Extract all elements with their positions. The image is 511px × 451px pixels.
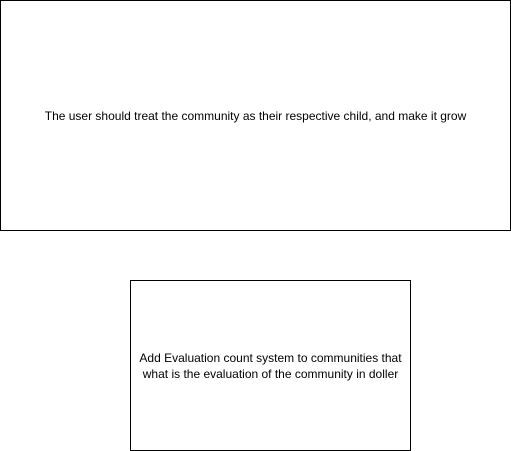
- note-box-evaluation-system[interactable]: Add Evaluation count system to communiti…: [130, 280, 411, 451]
- note-text-community-growth: The user should treat the community as t…: [44, 108, 467, 123]
- note-box-community-growth[interactable]: The user should treat the community as t…: [0, 0, 511, 231]
- note-text-evaluation-system: Add Evaluation count system to communiti…: [139, 350, 402, 381]
